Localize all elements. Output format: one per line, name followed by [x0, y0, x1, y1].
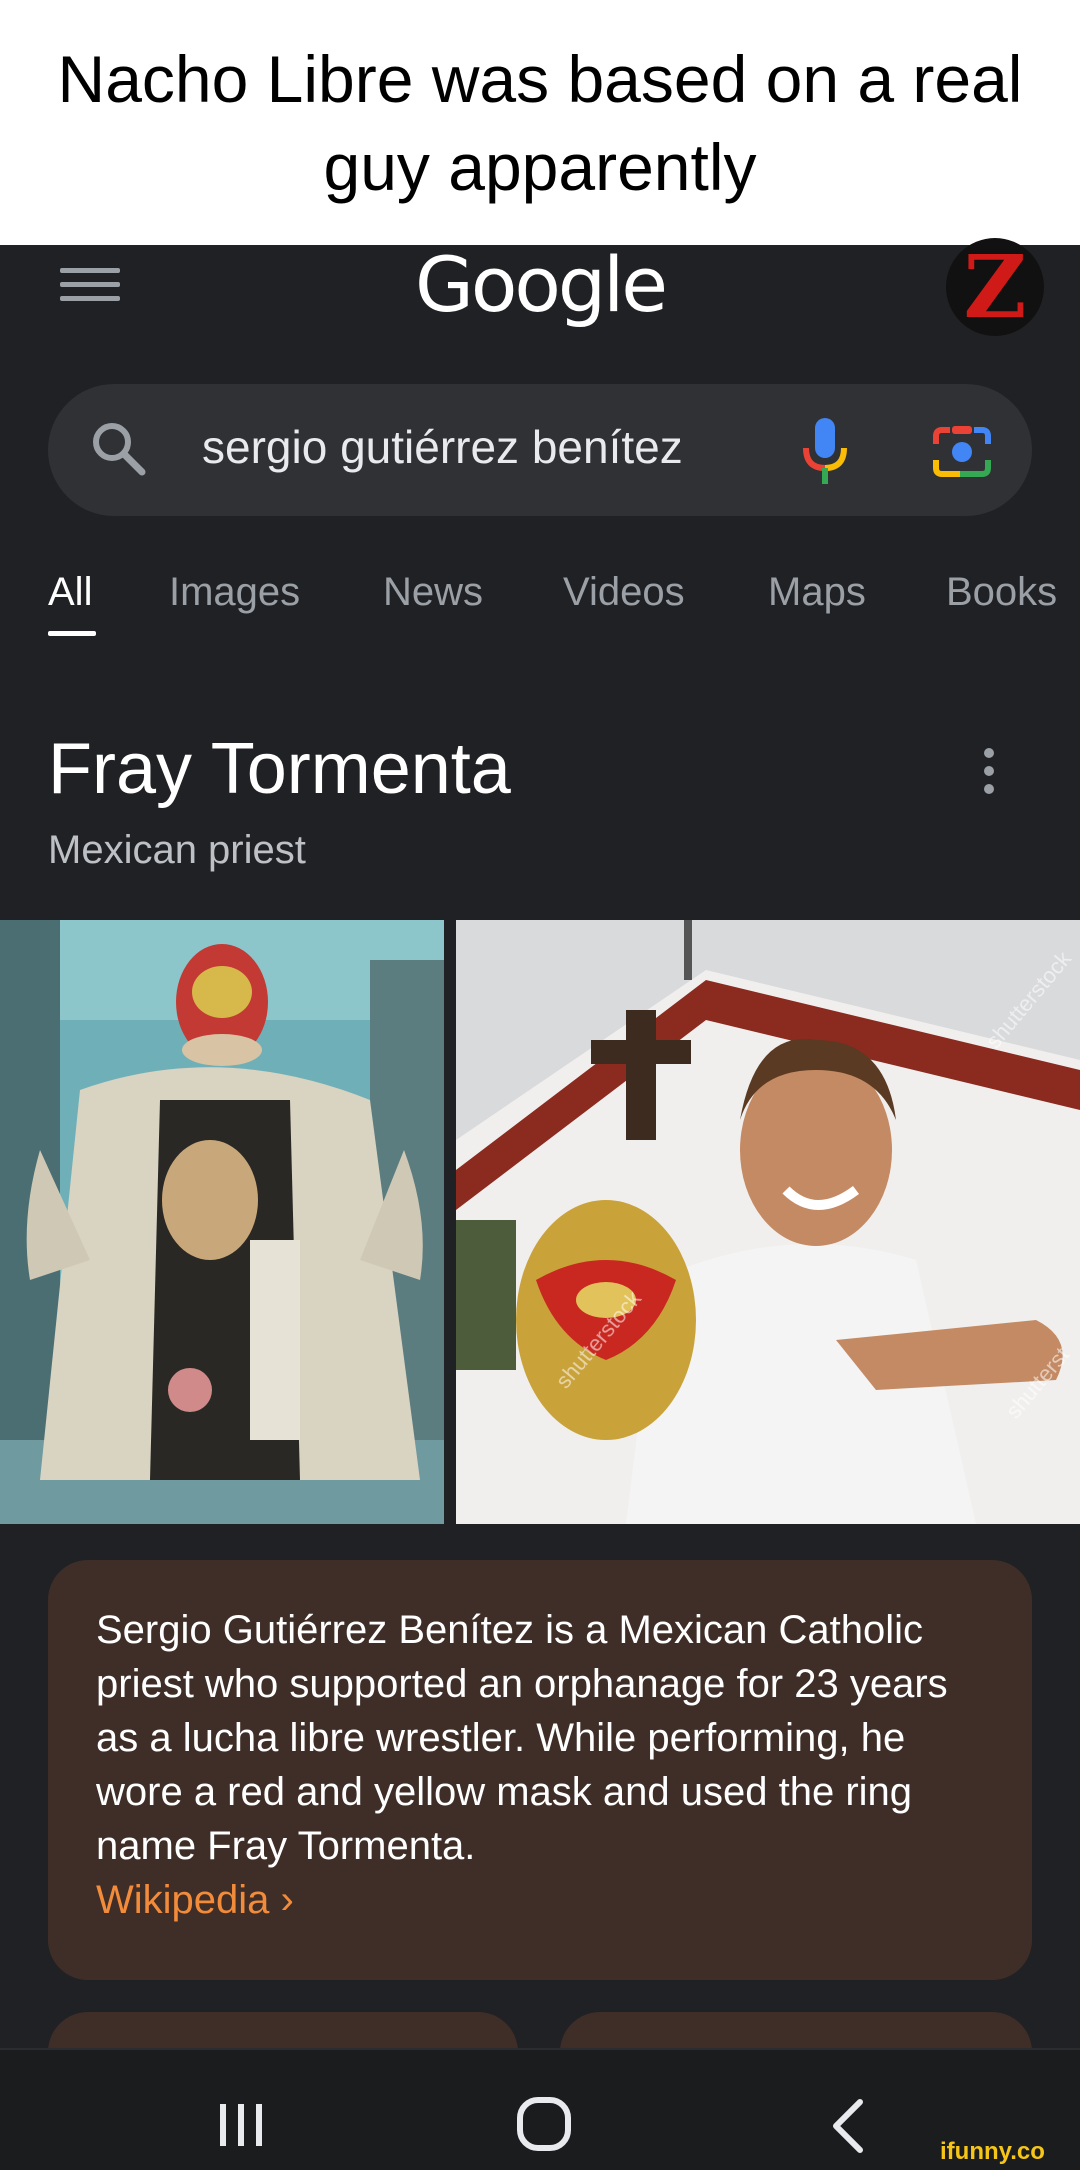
microphone-icon[interactable]: [800, 418, 850, 486]
search-input[interactable]: sergio gutiérrez benítez: [202, 420, 683, 474]
google-logo[interactable]: Google: [400, 240, 680, 329]
tab-maps[interactable]: Maps: [768, 570, 866, 615]
search-tabs: All Images News Videos Maps Books: [0, 560, 1080, 650]
wikipedia-link[interactable]: Wikipedia ›: [96, 1878, 294, 1922]
tab-all[interactable]: All: [48, 570, 92, 615]
avatar[interactable]: Z: [946, 238, 1044, 336]
home-icon[interactable]: [516, 2096, 572, 2152]
back-icon[interactable]: [828, 2098, 868, 2154]
hamburger-menu-icon[interactable]: [60, 268, 120, 308]
entity-image-priest-vestments[interactable]: [0, 920, 444, 1524]
ifunny-watermark: ifunny.co: [940, 2138, 1045, 2165]
tab-books[interactable]: Books: [946, 570, 1057, 615]
entity-subtitle: Mexican priest: [48, 828, 306, 872]
tab-videos[interactable]: Videos: [563, 570, 685, 615]
tab-images[interactable]: Images: [169, 570, 300, 615]
search-icon[interactable]: [88, 418, 148, 478]
entity-image-man-with-mask[interactable]: shutterstock shutterstock shutterst: [456, 920, 1080, 1524]
description-body: Sergio Gutiérrez Benítez is a Mexican Ca…: [96, 1608, 948, 1868]
entity-title: Fray Tormenta: [48, 729, 511, 809]
google-lens-icon[interactable]: [930, 422, 994, 482]
active-tab-indicator: [48, 631, 96, 636]
tab-news[interactable]: News: [383, 570, 483, 615]
description-text: Sergio Gutiérrez Benítez is a Mexican Ca…: [96, 1603, 996, 1927]
avatar-letter: Z: [963, 238, 1027, 336]
recents-icon[interactable]: [218, 2100, 268, 2150]
meme-caption: Nacho Libre was based on a real guy appa…: [0, 0, 1080, 245]
caption-text: Nacho Libre was based on a real guy appa…: [57, 41, 1023, 204]
more-vert-icon[interactable]: [984, 748, 998, 802]
